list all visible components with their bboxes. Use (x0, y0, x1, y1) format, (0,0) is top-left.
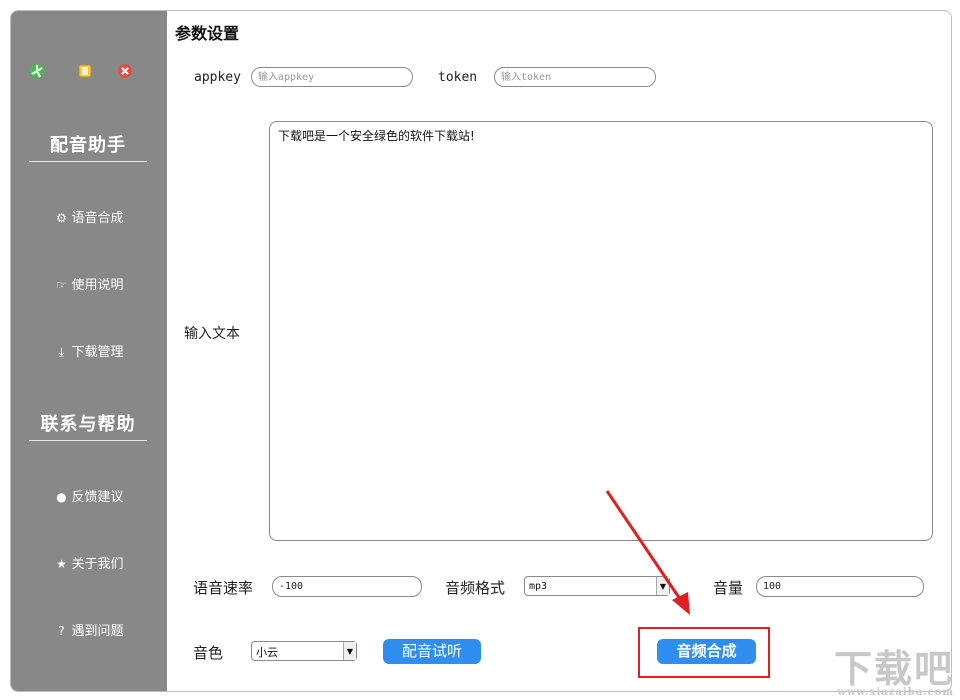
annotation-arrow (605, 490, 690, 615)
annotation-highlight-box (638, 627, 770, 678)
watermark: 下载吧 www.xiazaiba.com (833, 646, 954, 698)
